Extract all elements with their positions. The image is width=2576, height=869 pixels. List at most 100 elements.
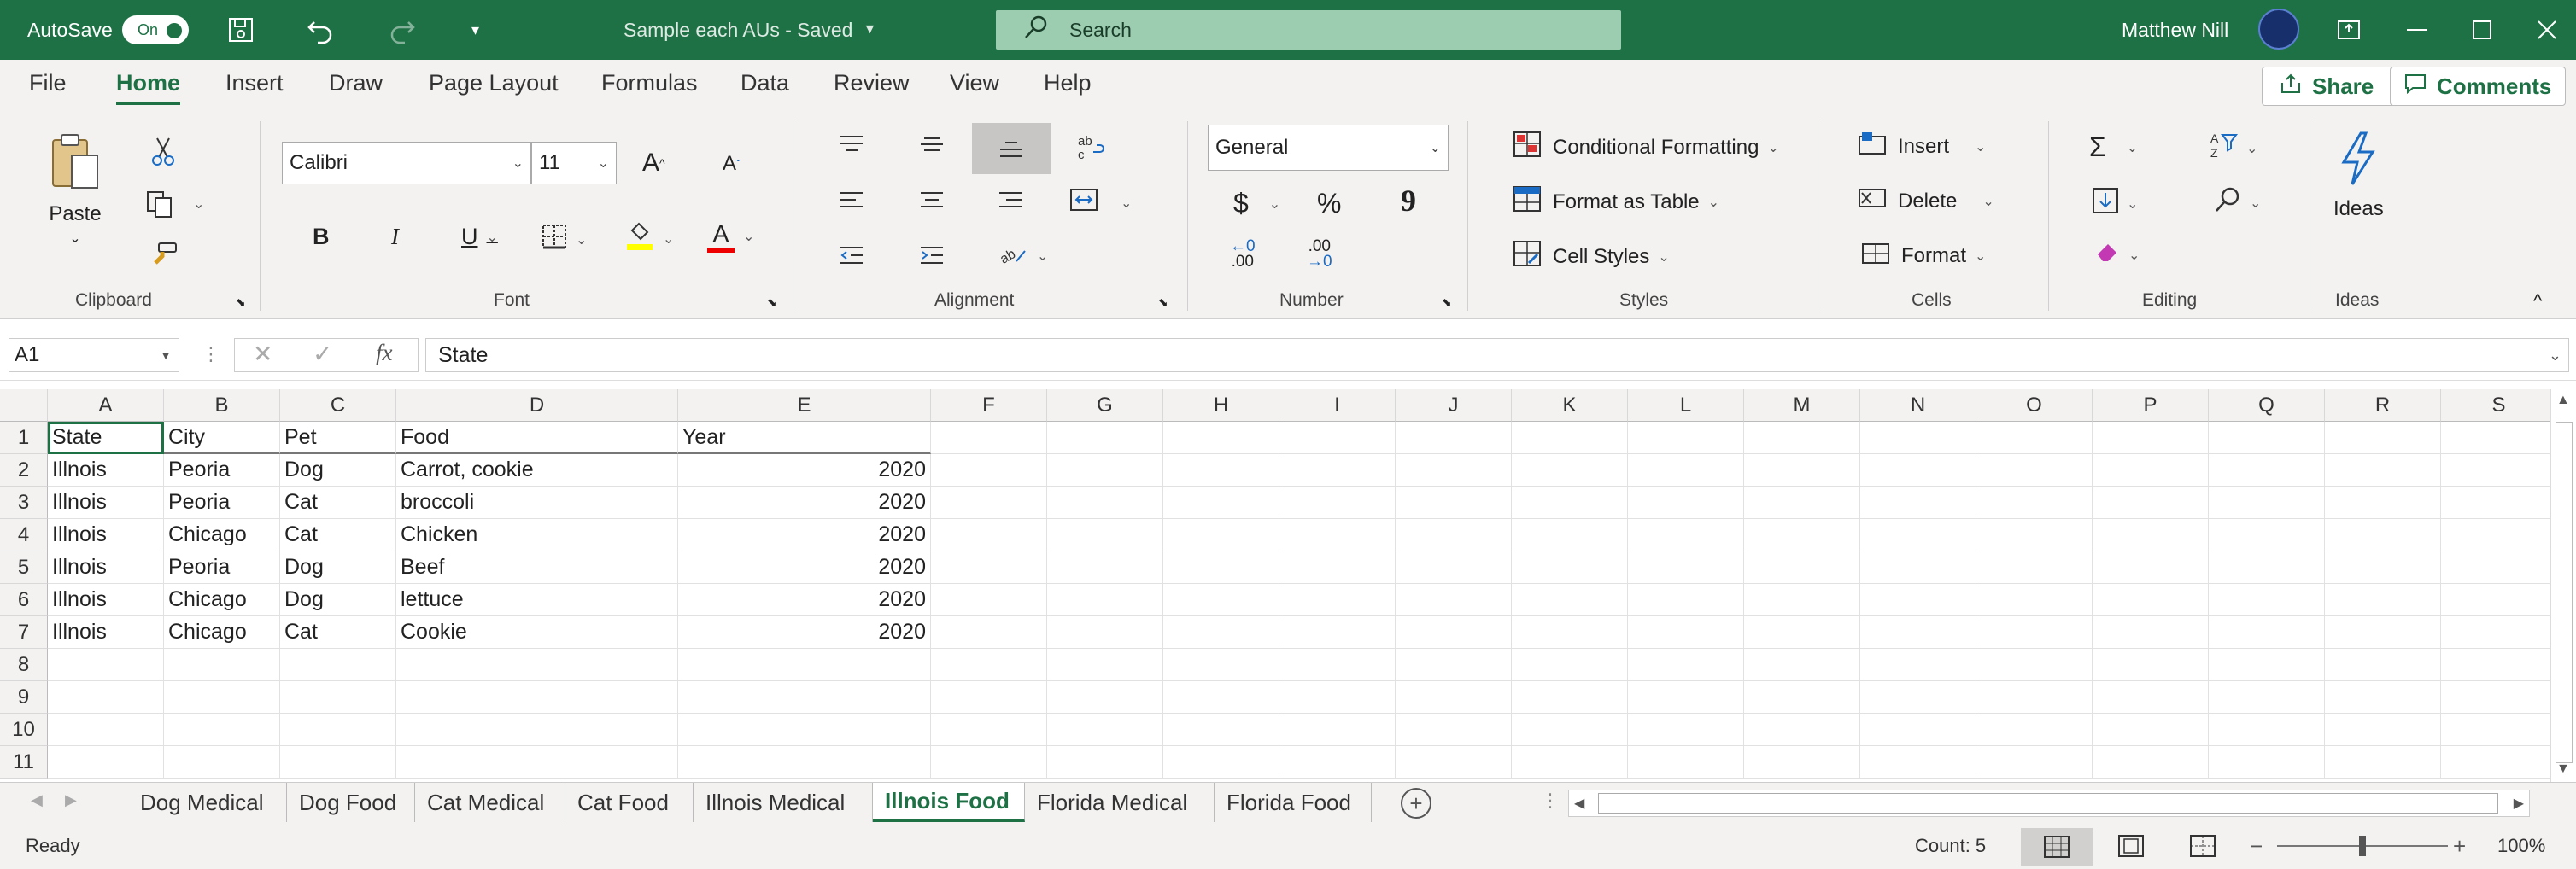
cell-N8[interactable] [1860,649,1976,681]
cell-L10[interactable] [1628,714,1744,746]
formula-input[interactable]: State ⌄ [425,338,2569,372]
cell-Q4[interactable] [2209,519,2325,551]
increase-decimal-button[interactable]: ←0.00 [1230,238,1256,270]
cell-S4[interactable] [2441,519,2557,551]
insert-cells-button[interactable]: Insert ⌄ [1859,131,1986,161]
cell-A8[interactable] [48,649,164,681]
column-header-Q[interactable]: Q [2209,389,2325,422]
cell-B8[interactable] [164,649,280,681]
cell-I1[interactable] [1279,422,1396,454]
cell-L7[interactable] [1628,616,1744,649]
cell-B3[interactable]: Peoria [164,487,280,519]
cell-G6[interactable] [1047,584,1163,616]
cell-M7[interactable] [1744,616,1860,649]
zoom-slider[interactable] [2277,823,2448,869]
more-options-icon[interactable]: ⋮ [202,343,220,365]
cell-G7[interactable] [1047,616,1163,649]
cell-H9[interactable] [1163,681,1279,714]
cell-M10[interactable] [1744,714,1860,746]
sheet-tab-illnois-medical[interactable]: Illnois Medical [694,783,873,822]
cell-R2[interactable] [2325,454,2441,487]
conditional-formatting-button[interactable]: Conditional Formatting ⌄ [1513,131,1779,163]
cell-K6[interactable] [1512,584,1628,616]
cell-B6[interactable]: Chicago [164,584,280,616]
cell-K4[interactable] [1512,519,1628,551]
cell-F8[interactable] [931,649,1047,681]
increase-font-size-button[interactable]: A ^ [642,149,665,178]
cell-B11[interactable] [164,746,280,779]
cell-H5[interactable] [1163,551,1279,584]
cell-A4[interactable]: Illnois [48,519,164,551]
cell-J6[interactable] [1396,584,1512,616]
cell-P7[interactable] [2093,616,2209,649]
cell-C2[interactable]: Dog [280,454,396,487]
cell-F4[interactable] [931,519,1047,551]
ideas-button[interactable]: Ideas [2333,131,2384,221]
wrap-text-icon[interactable]: ab c [1076,133,1105,160]
cell-D10[interactable] [396,714,678,746]
document-title[interactable]: Sample each AUs - Saved ▼ [624,0,876,60]
cell-H10[interactable] [1163,714,1279,746]
cell-F1[interactable] [931,422,1047,454]
cell-R3[interactable] [2325,487,2441,519]
sheet-tab-florida-medical[interactable]: Florida Medical [1025,783,1215,822]
cell-E11[interactable] [678,746,931,779]
cell-D6[interactable]: lettuce [396,584,678,616]
cell-G1[interactable] [1047,422,1163,454]
cell-J3[interactable] [1396,487,1512,519]
cell-I4[interactable] [1279,519,1396,551]
number-launcher-icon[interactable]: ⬊ [1442,295,1452,310]
align-center-icon[interactable] [919,190,945,212]
cell-L3[interactable] [1628,487,1744,519]
cell-A2[interactable]: Illnois [48,454,164,487]
undo-icon[interactable] [306,0,335,60]
autosave-toggle[interactable]: On [122,15,189,44]
cell-E1[interactable]: Year [678,422,931,454]
cell-S1[interactable] [2441,422,2557,454]
row-header[interactable]: 2 [0,454,48,487]
column-header-N[interactable]: N [1860,389,1976,422]
cell-G11[interactable] [1047,746,1163,779]
user-name[interactable]: Matthew Nill [2122,0,2228,60]
sort-filter-button[interactable]: A Z ⌄ [2209,131,2257,165]
tab-data[interactable]: Data [741,70,789,96]
enter-icon[interactable]: ✓ [313,340,332,368]
column-header-H[interactable]: H [1163,389,1279,422]
cell-I3[interactable] [1279,487,1396,519]
cell-R7[interactable] [2325,616,2441,649]
paste-button[interactable]: Paste ⌄ [48,131,102,247]
cell-M3[interactable] [1744,487,1860,519]
autosum-button[interactable]: Σ ⌄ [2089,131,2138,163]
cell-E8[interactable] [678,649,931,681]
column-header-L[interactable]: L [1628,389,1744,422]
cell-K9[interactable] [1512,681,1628,714]
cell-O6[interactable] [1976,584,2093,616]
row-header[interactable]: 4 [0,519,48,551]
decrease-indent-icon[interactable] [839,244,864,266]
cell-H2[interactable] [1163,454,1279,487]
cell-K2[interactable] [1512,454,1628,487]
cell-O7[interactable] [1976,616,2093,649]
scroll-down-icon[interactable]: ▼ [2556,761,2570,777]
merge-center-button[interactable]: ⌄ [1069,188,1132,218]
search-box[interactable]: Search [996,10,1621,50]
cell-I2[interactable] [1279,454,1396,487]
clipboard-launcher-icon[interactable]: ⬊ [236,295,246,310]
cell-C3[interactable]: Cat [280,487,396,519]
number-format-select[interactable]: General ⌄ [1208,125,1449,171]
bottom-align-icon[interactable] [972,123,1051,174]
cell-P1[interactable] [2093,422,2209,454]
cell-I8[interactable] [1279,649,1396,681]
column-header-J[interactable]: J [1396,389,1512,422]
cell-D1[interactable]: Food [396,422,678,454]
h-scroll-thumb[interactable] [1598,793,2498,814]
font-launcher-icon[interactable]: ⬊ [767,295,777,310]
cell-M5[interactable] [1744,551,1860,584]
cell-G4[interactable] [1047,519,1163,551]
copy-icon[interactable]: ⌄ [145,190,204,219]
cell-M1[interactable] [1744,422,1860,454]
cell-J5[interactable] [1396,551,1512,584]
cell-S6[interactable] [2441,584,2557,616]
cell-G10[interactable] [1047,714,1163,746]
cell-P4[interactable] [2093,519,2209,551]
